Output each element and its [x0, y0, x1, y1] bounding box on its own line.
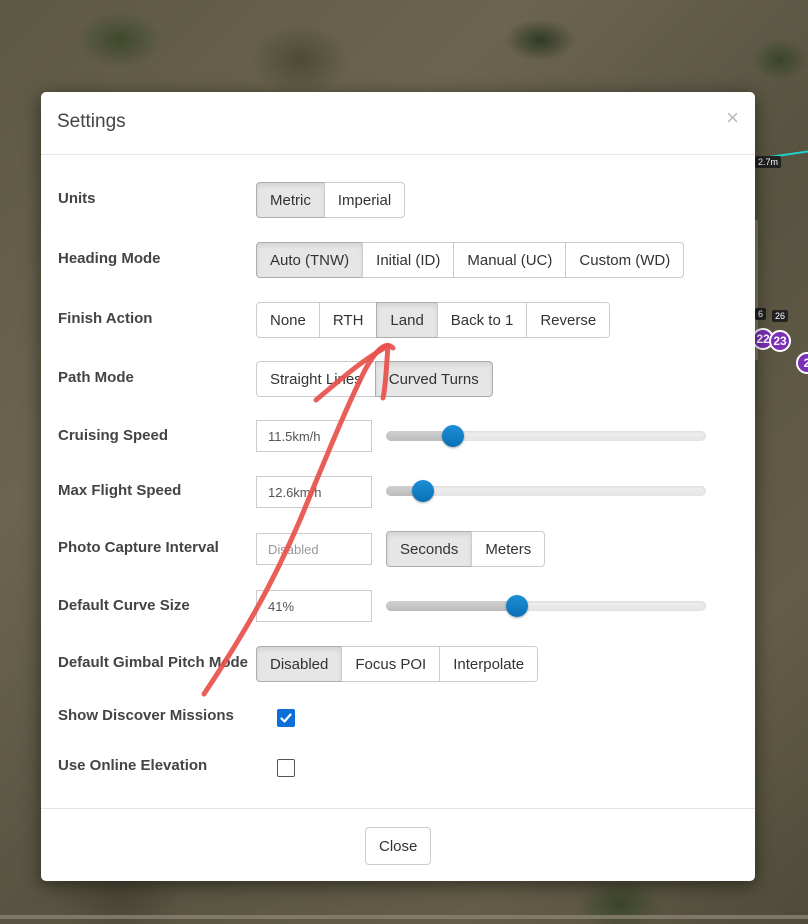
close-button[interactable]: Close [365, 827, 432, 865]
dirt-road [0, 915, 808, 919]
units-label: Units [58, 190, 96, 207]
heading-mode-toggle: Auto (TNW) Initial (ID) Manual (UC) Cust… [256, 242, 685, 278]
gimbal-pitch-mode-label: Default Gimbal Pitch Mode [58, 654, 249, 671]
map-distance-chip: 2.7m [755, 156, 782, 168]
finish-none-button[interactable]: None [256, 302, 320, 338]
units-toggle: Metric Imperial [256, 182, 406, 218]
finish-reverse-button[interactable]: Reverse [526, 302, 611, 338]
heading-mode-label: Heading Mode [58, 250, 161, 267]
cruising-speed-slider[interactable] [386, 425, 706, 447]
use-online-elevation-label: Use Online Elevation [58, 757, 208, 774]
cruising-speed-label: Cruising Speed [58, 427, 169, 444]
interval-seconds-button[interactable]: Seconds [386, 531, 473, 567]
max-flight-speed-label: Max Flight Speed [58, 482, 182, 499]
gimbal-focus-poi-button[interactable]: Focus POI [341, 646, 441, 682]
gimbal-interpolate-button[interactable]: Interpolate [439, 646, 539, 682]
heading-initial-button[interactable]: Initial (ID) [362, 242, 455, 278]
settings-modal: Settings × Units Metric Imperial Heading… [41, 92, 755, 881]
heading-manual-button[interactable]: Manual (UC) [453, 242, 567, 278]
modal-header: Settings × [41, 92, 755, 155]
finish-action-label: Finish Action [58, 310, 153, 327]
units-metric-button[interactable]: Metric [256, 182, 325, 218]
path-curved-turns-button[interactable]: Curved Turns [374, 361, 493, 397]
units-imperial-button[interactable]: Imperial [323, 182, 406, 218]
slider-handle[interactable] [442, 425, 465, 447]
path-mode-label: Path Mode [58, 369, 134, 386]
gimbal-disabled-button[interactable]: Disabled [256, 646, 343, 682]
default-curve-size-slider[interactable] [386, 595, 706, 617]
finish-land-button[interactable]: Land [376, 302, 438, 338]
path-mode-toggle: Straight Lines Curved Turns [256, 361, 493, 397]
map-waypoint-marker[interactable]: 2 [796, 352, 808, 374]
slider-fill [386, 601, 518, 611]
show-discover-missions-label: Show Discover Missions [58, 707, 234, 724]
max-flight-speed-input[interactable]: 12.6km/h [256, 476, 372, 508]
photo-capture-interval-input[interactable]: Disabled [256, 533, 372, 565]
max-flight-speed-slider[interactable] [386, 480, 706, 502]
interval-meters-button[interactable]: Meters [471, 531, 546, 567]
modal-title: Settings [57, 111, 126, 132]
photo-capture-interval-label: Photo Capture Interval [58, 539, 219, 556]
finish-back-to-1-button[interactable]: Back to 1 [436, 302, 528, 338]
map-waypoint-chip: 26 [772, 310, 789, 322]
checkmark-icon [280, 713, 292, 723]
heading-auto-button[interactable]: Auto (TNW) [256, 242, 364, 278]
close-icon[interactable]: × [726, 107, 739, 129]
slider-handle[interactable] [506, 595, 529, 617]
map-waypoint-marker[interactable]: 23 [769, 330, 791, 352]
finish-rth-button[interactable]: RTH [318, 302, 378, 338]
default-curve-size-label: Default Curve Size [58, 597, 190, 614]
cruising-speed-input[interactable]: 11.5km/h [256, 420, 372, 452]
photo-interval-unit-toggle: Seconds Meters [386, 531, 546, 567]
show-discover-missions-checkbox[interactable] [277, 709, 295, 727]
finish-action-toggle: None RTH Land Back to 1 Reverse [256, 302, 611, 338]
heading-custom-button[interactable]: Custom (WD) [565, 242, 685, 278]
path-straight-lines-button[interactable]: Straight Lines [256, 361, 376, 397]
map-waypoint-chip: 6 [755, 308, 767, 320]
slider-handle[interactable] [411, 480, 434, 502]
gimbal-pitch-mode-toggle: Disabled Focus POI Interpolate [256, 646, 539, 682]
default-curve-size-input[interactable]: 41% [256, 590, 372, 622]
use-online-elevation-checkbox[interactable] [277, 759, 295, 777]
modal-footer: Close [41, 808, 755, 881]
